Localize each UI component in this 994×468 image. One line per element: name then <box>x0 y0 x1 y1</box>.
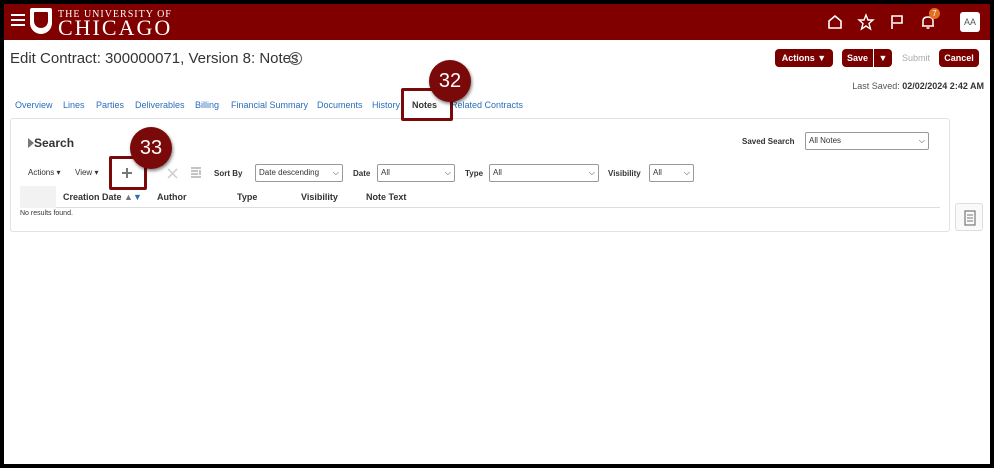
chevron-down-icon: ⌵ <box>444 168 451 177</box>
column-label: Creation Date <box>63 192 122 202</box>
type-value: All <box>493 168 502 177</box>
last-saved-value: 02/02/2024 2:42 AM <box>902 81 984 91</box>
chevron-down-icon: ▼ <box>817 53 827 63</box>
tab-related-contracts[interactable]: Related Contracts <box>451 100 523 110</box>
sort-by-value: Date descending <box>259 168 320 177</box>
saved-search-label: Saved Search <box>742 137 795 146</box>
date-value: All <box>381 168 390 177</box>
view-label: View <box>75 168 93 177</box>
page-title: Edit Contract: 300000071, Version 8: Not… <box>10 50 299 67</box>
app-window: THE UNIVERSITY OF CHICAGO 7 AA Edit Cont… <box>0 0 994 468</box>
chevron-down-icon: ⌵ <box>918 136 925 145</box>
tab-financial-summary[interactable]: Financial Summary <box>231 100 308 110</box>
saved-search-value: All Notes <box>809 136 842 145</box>
visibility-select[interactable]: All ⌵ <box>649 164 694 182</box>
visibility-label: Visibility <box>608 169 641 178</box>
callout-step-33: 33 <box>130 127 172 169</box>
document-icon <box>964 210 976 226</box>
notification-count-badge: 7 <box>929 8 940 19</box>
visibility-value: All <box>653 168 662 177</box>
chevron-down-icon: ▼ <box>878 53 888 63</box>
sort-descending-icon[interactable]: ▼ <box>133 192 142 202</box>
home-icon[interactable] <box>826 13 844 31</box>
sort-by-label: Sort By <box>214 169 243 178</box>
caret-down-icon: ▾ <box>94 168 99 177</box>
star-icon[interactable] <box>857 13 875 31</box>
saved-search-select[interactable]: All Notes ⌵ <box>805 132 929 150</box>
table-actions-menu[interactable]: Actions ▾ <box>28 168 60 177</box>
user-avatar[interactable]: AA <box>960 12 980 32</box>
caret-down-icon: ▾ <box>56 168 61 177</box>
date-label: Date <box>353 169 371 178</box>
column-header-creation-date[interactable]: Creation Date ▲▼ <box>63 192 142 202</box>
column-header-author[interactable]: Author <box>157 192 187 202</box>
side-panel-button[interactable] <box>955 203 983 231</box>
row-selector-column <box>20 186 56 208</box>
flag-icon[interactable] <box>888 13 906 31</box>
column-header-visibility[interactable]: Visibility <box>301 192 338 202</box>
tab-billing[interactable]: Billing <box>195 100 219 110</box>
date-select[interactable]: All ⌵ <box>377 164 455 182</box>
chevron-down-icon: ⌵ <box>683 168 690 177</box>
menu-icon[interactable] <box>11 14 25 26</box>
column-header-note-text[interactable]: Note Text <box>366 192 406 202</box>
delete-icon[interactable] <box>167 168 178 179</box>
no-results-message: No results found. <box>20 210 73 217</box>
cancel-button[interactable]: Cancel <box>939 49 979 67</box>
help-icon[interactable]: ? <box>289 52 302 65</box>
sort-ascending-icon[interactable]: ▲ <box>124 192 133 202</box>
chevron-down-icon: ⌵ <box>332 168 339 177</box>
logo-text-big: CHICAGO <box>58 15 173 40</box>
tab-overview[interactable]: Overview <box>15 100 53 110</box>
last-saved-info: Last Saved: 02/02/2024 2:42 AM <box>852 81 984 91</box>
tab-lines[interactable]: Lines <box>63 100 85 110</box>
callout-step-32: 32 <box>429 60 471 102</box>
submit-button[interactable]: Submit <box>897 49 935 67</box>
tab-parties[interactable]: Parties <box>96 100 124 110</box>
detach-table-icon[interactable] <box>190 166 202 180</box>
last-saved-label: Last Saved: <box>852 81 900 91</box>
save-button[interactable]: Save <box>842 49 873 67</box>
save-options-button[interactable]: ▼ <box>874 49 892 67</box>
sort-by-select[interactable]: Date descending ⌵ <box>255 164 343 182</box>
actions-label: Actions <box>781 53 815 63</box>
global-header: THE UNIVERSITY OF CHICAGO 7 AA <box>4 4 990 40</box>
view-menu[interactable]: View ▾ <box>75 168 98 177</box>
search-section-title[interactable]: Search <box>34 136 74 150</box>
shield-icon <box>30 8 52 34</box>
type-select[interactable]: All ⌵ <box>489 164 599 182</box>
tab-documents[interactable]: Documents <box>317 100 363 110</box>
notifications-button[interactable]: 7 <box>919 8 940 31</box>
type-label: Type <box>465 169 484 178</box>
chevron-down-icon: ⌵ <box>588 168 595 177</box>
actions-menu-button[interactable]: Actions ▼ <box>775 49 833 67</box>
column-header-type[interactable]: Type <box>237 192 257 202</box>
table-actions-label: Actions <box>28 168 55 177</box>
tab-deliverables[interactable]: Deliverables <box>135 100 185 110</box>
tab-history[interactable]: History <box>372 100 400 110</box>
